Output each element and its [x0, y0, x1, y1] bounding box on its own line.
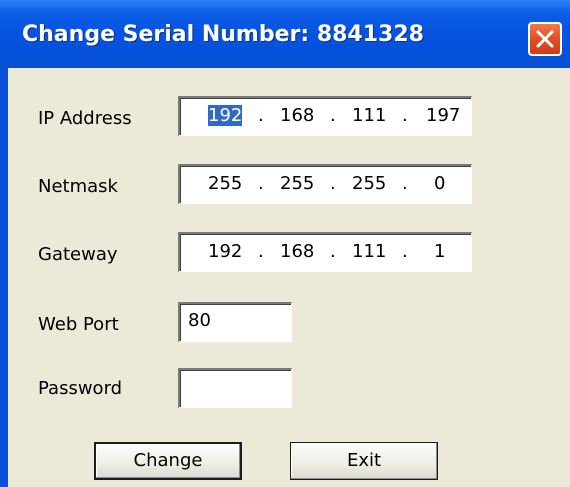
ip-address-separator-2: . [330, 105, 336, 126]
ip-address-separator-3: . [402, 105, 408, 126]
ip-address-octet-3[interactable]: 111 [352, 105, 386, 126]
password-input[interactable] [178, 368, 292, 408]
gateway-octet-3[interactable]: 111 [352, 241, 386, 262]
gateway-octet-1[interactable]: 192 [208, 241, 242, 262]
gateway-label: Gateway [38, 244, 118, 265]
exit-button[interactable]: Exit [290, 442, 438, 480]
close-button[interactable] [528, 22, 562, 56]
netmask-octet-4[interactable]: 0 [434, 173, 445, 194]
ip-address-octet-2[interactable]: 168 [280, 105, 314, 126]
ip-address-separator-1: . [258, 105, 264, 126]
gateway-field[interactable]: 192 . 168 . 111 . 1 [178, 232, 472, 272]
ip-address-field[interactable]: 192 . 168 . 111 . 197 [178, 96, 472, 136]
netmask-octet-3[interactable]: 255 [352, 173, 386, 194]
netmask-label: Netmask [38, 176, 118, 197]
ip-address-label: IP Address [38, 108, 132, 129]
ip-address-octet-1[interactable]: 192 [208, 105, 243, 126]
title-bar[interactable]: Change Serial Number: 8841328 [0, 0, 570, 68]
web-port-label: Web Port [38, 314, 119, 335]
netmask-field[interactable]: 255 . 255 . 255 . 0 [178, 164, 472, 204]
web-port-input[interactable]: 80 [178, 302, 292, 342]
ip-address-octet-4[interactable]: 197 [426, 105, 460, 126]
window-title: Change Serial Number: 8841328 [22, 22, 424, 47]
gateway-separator-3: . [402, 241, 408, 262]
gateway-separator-2: . [330, 241, 336, 262]
netmask-separator-2: . [330, 173, 336, 194]
gateway-octet-2[interactable]: 168 [280, 241, 314, 262]
gateway-octet-4[interactable]: 1 [434, 241, 445, 262]
dialog-window: Change Serial Number: 8841328 IP Address… [0, 0, 570, 487]
netmask-octet-1[interactable]: 255 [208, 173, 242, 194]
close-icon [536, 30, 554, 48]
netmask-separator-3: . [402, 173, 408, 194]
gateway-separator-1: . [258, 241, 264, 262]
password-label: Password [38, 378, 123, 399]
netmask-separator-1: . [258, 173, 264, 194]
netmask-octet-2[interactable]: 255 [280, 173, 314, 194]
change-button[interactable]: Change [94, 442, 242, 480]
